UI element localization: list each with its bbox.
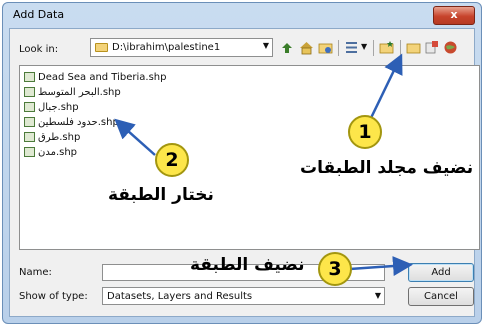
annotation-step2-text: نختار الطبقة bbox=[108, 185, 214, 205]
toolbar-separator bbox=[373, 40, 374, 56]
chevron-down-icon[interactable]: ▼ bbox=[361, 42, 367, 51]
look-in-path: D:\ibrahim\palestine1 bbox=[112, 42, 221, 53]
folder-icon bbox=[95, 43, 108, 52]
list-item[interactable]: مدن.shp bbox=[24, 145, 77, 159]
file-name: مدن.shp bbox=[38, 146, 78, 158]
up-folder-icon[interactable] bbox=[280, 40, 295, 55]
list-item[interactable]: البحر المتوسط.shp bbox=[24, 85, 121, 99]
file-name: طرق.shp bbox=[38, 131, 81, 143]
list-item[interactable]: طرق.shp bbox=[24, 130, 80, 144]
folder-open-icon[interactable] bbox=[406, 40, 421, 55]
callout-step2: 2 bbox=[155, 143, 189, 177]
list-view-icon[interactable] bbox=[344, 40, 359, 55]
file-name: جبال.shp bbox=[38, 101, 79, 113]
look-in-label: Look in: bbox=[19, 44, 59, 55]
annotation-step1-text: نضيف مجلد الطبقات bbox=[300, 158, 474, 178]
polygon-shapefile-icon bbox=[24, 72, 35, 82]
line-shapefile-icon bbox=[24, 132, 35, 142]
file-name: البحر المتوسط.shp bbox=[38, 86, 121, 98]
globe-icon[interactable] bbox=[443, 40, 458, 55]
polygon-shapefile-icon bbox=[24, 117, 35, 127]
polygon-shapefile-icon bbox=[24, 87, 35, 97]
name-label: Name: bbox=[19, 267, 52, 278]
list-item[interactable]: Dead Sea and Tiberia.shp bbox=[24, 70, 166, 84]
dialog-title: Add Data bbox=[13, 8, 65, 21]
callout-step1: 1 bbox=[348, 115, 382, 149]
title-bar: Add Data x bbox=[3, 3, 481, 27]
add-button[interactable]: Add bbox=[408, 263, 474, 282]
database-icon[interactable] bbox=[424, 40, 439, 55]
callout-step3: 3 bbox=[318, 252, 352, 286]
annotation-step3-text: نضيف الطبقة bbox=[190, 255, 305, 275]
connect-folder-icon[interactable] bbox=[318, 40, 333, 55]
toolbar-separator bbox=[338, 40, 339, 56]
cancel-button[interactable]: Cancel bbox=[408, 287, 474, 306]
new-folder-icon[interactable] bbox=[379, 40, 394, 55]
point-shapefile-icon bbox=[24, 147, 35, 157]
list-item[interactable]: جبال.shp bbox=[24, 100, 79, 114]
home-icon[interactable] bbox=[299, 40, 314, 55]
type-label: Show of type: bbox=[19, 291, 88, 302]
toolbar-separator bbox=[400, 40, 401, 56]
type-value: Datasets, Layers and Results bbox=[107, 291, 253, 302]
point-shapefile-icon bbox=[24, 102, 35, 112]
chevron-down-icon: ▼ bbox=[374, 291, 381, 300]
chevron-down-icon: ▼ bbox=[262, 41, 269, 50]
file-name: حدود فلسطين.shp bbox=[38, 116, 119, 128]
close-button[interactable]: x bbox=[433, 6, 475, 25]
type-select[interactable]: Datasets, Layers and Results ▼ bbox=[102, 287, 385, 305]
list-item[interactable]: حدود فلسطين.shp bbox=[24, 115, 119, 129]
look-in-combo[interactable]: D:\ibrahim\palestine1 ▼ bbox=[90, 38, 273, 57]
file-name: Dead Sea and Tiberia.shp bbox=[38, 71, 167, 83]
toolbar: ▼ bbox=[278, 38, 478, 58]
